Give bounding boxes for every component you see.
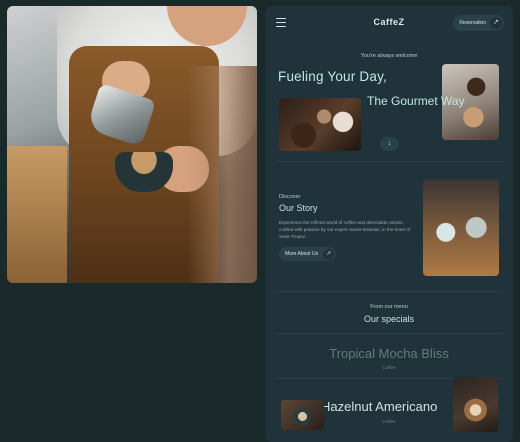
story-description: Experience the refined world of coffee a…: [279, 220, 411, 239]
arrow-up-right-icon: ↗: [490, 17, 502, 29]
hero-photo-barista-pouring-latte: [7, 6, 257, 283]
coffee-beans-photo: [279, 98, 361, 151]
top-navigation-bar: CaffeZ Reservation ↗: [265, 6, 513, 40]
website-preview-panel: CaffeZ Reservation ↗ You're always welco…: [265, 6, 513, 442]
menu-item-category: Coffee: [382, 419, 396, 424]
hero-title-line-1: Fueling Your Day,: [278, 69, 387, 84]
story-title: Our Story: [279, 203, 318, 213]
menu-item-category: Coffee: [382, 365, 396, 370]
divider: [275, 291, 503, 292]
scroll-down-button[interactable]: ↓: [380, 137, 399, 151]
menu-item-name[interactable]: Hazelnut Americano: [321, 399, 437, 414]
pour-over-coffee-photo: [423, 179, 499, 276]
arrow-up-right-icon: ↗: [323, 248, 335, 260]
story-eyebrow: Discover: [279, 194, 301, 200]
more-about-us-label: More About Us: [285, 251, 319, 257]
divider: [275, 161, 503, 162]
reservation-button[interactable]: Reservation ↗: [453, 15, 504, 31]
coffee-cup-photo: [281, 400, 324, 430]
menu-item-name[interactable]: Tropical Mocha Bliss: [265, 346, 513, 361]
divider: [275, 333, 503, 334]
menu-eyebrow: From our menu: [370, 304, 408, 310]
wooden-shelf: [7, 146, 67, 283]
hero-title-line-2: The Gourmet Way: [367, 94, 465, 108]
menu-title: Our specials: [363, 314, 415, 324]
foreground-blur: [187, 66, 257, 283]
reservation-label: Reservation: [459, 20, 486, 26]
welcome-text: You're always welcome: [360, 53, 418, 59]
more-about-us-button[interactable]: More About Us ↗: [279, 247, 337, 261]
